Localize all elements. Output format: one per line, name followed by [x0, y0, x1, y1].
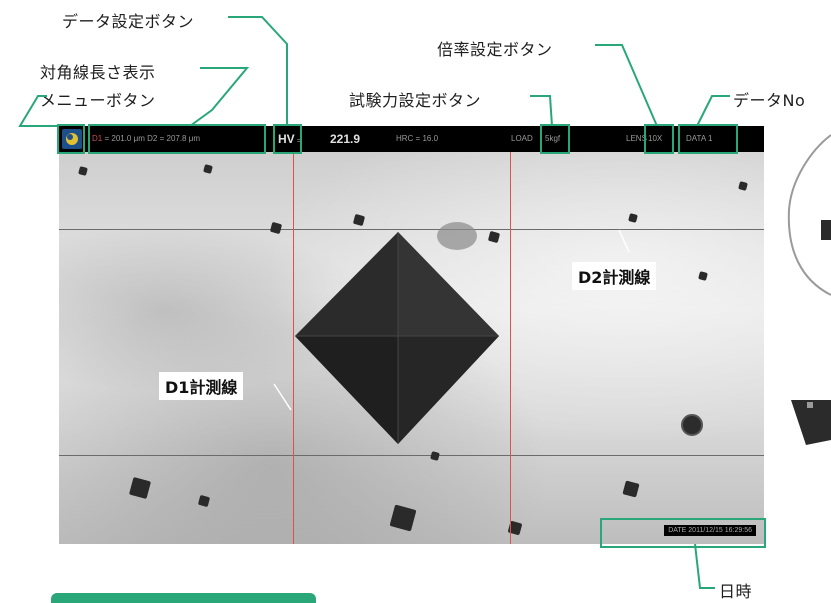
instrument-screen: D1計測線 D2計測線 DATE 2011/12/15 16:29:56 D1 …: [59, 126, 764, 544]
highlight-test-force-button: [540, 124, 570, 154]
device-illustration: [787, 134, 831, 445]
section-heading-bar: [51, 593, 316, 603]
hrc-label: HRC =: [396, 134, 421, 143]
highlight-data-number: [678, 124, 738, 154]
d1-measure-line-left[interactable]: [293, 152, 294, 544]
hv-value: 221.9: [330, 132, 361, 146]
microscope-viewport: D1計測線 D2計測線 DATE 2011/12/15 16:29:56: [59, 152, 764, 544]
highlight-diagonal-length: [88, 124, 266, 154]
highlight-menu-button: [57, 124, 85, 154]
hrc-readout: HRC = 16.0: [396, 126, 438, 152]
highlight-data-button: [273, 124, 302, 154]
highlight-magnification-button: [644, 124, 674, 154]
hrc-value: 16.0: [422, 134, 439, 143]
d1-line-label: D1計測線: [159, 372, 244, 400]
highlight-datetime: [600, 518, 766, 548]
indentation: [273, 229, 630, 444]
load-readout: LOAD: [511, 126, 533, 152]
load-label: LOAD: [511, 134, 533, 143]
d2-line-label: D2計測線: [572, 262, 657, 290]
d1-measure-line-right[interactable]: [510, 152, 511, 544]
